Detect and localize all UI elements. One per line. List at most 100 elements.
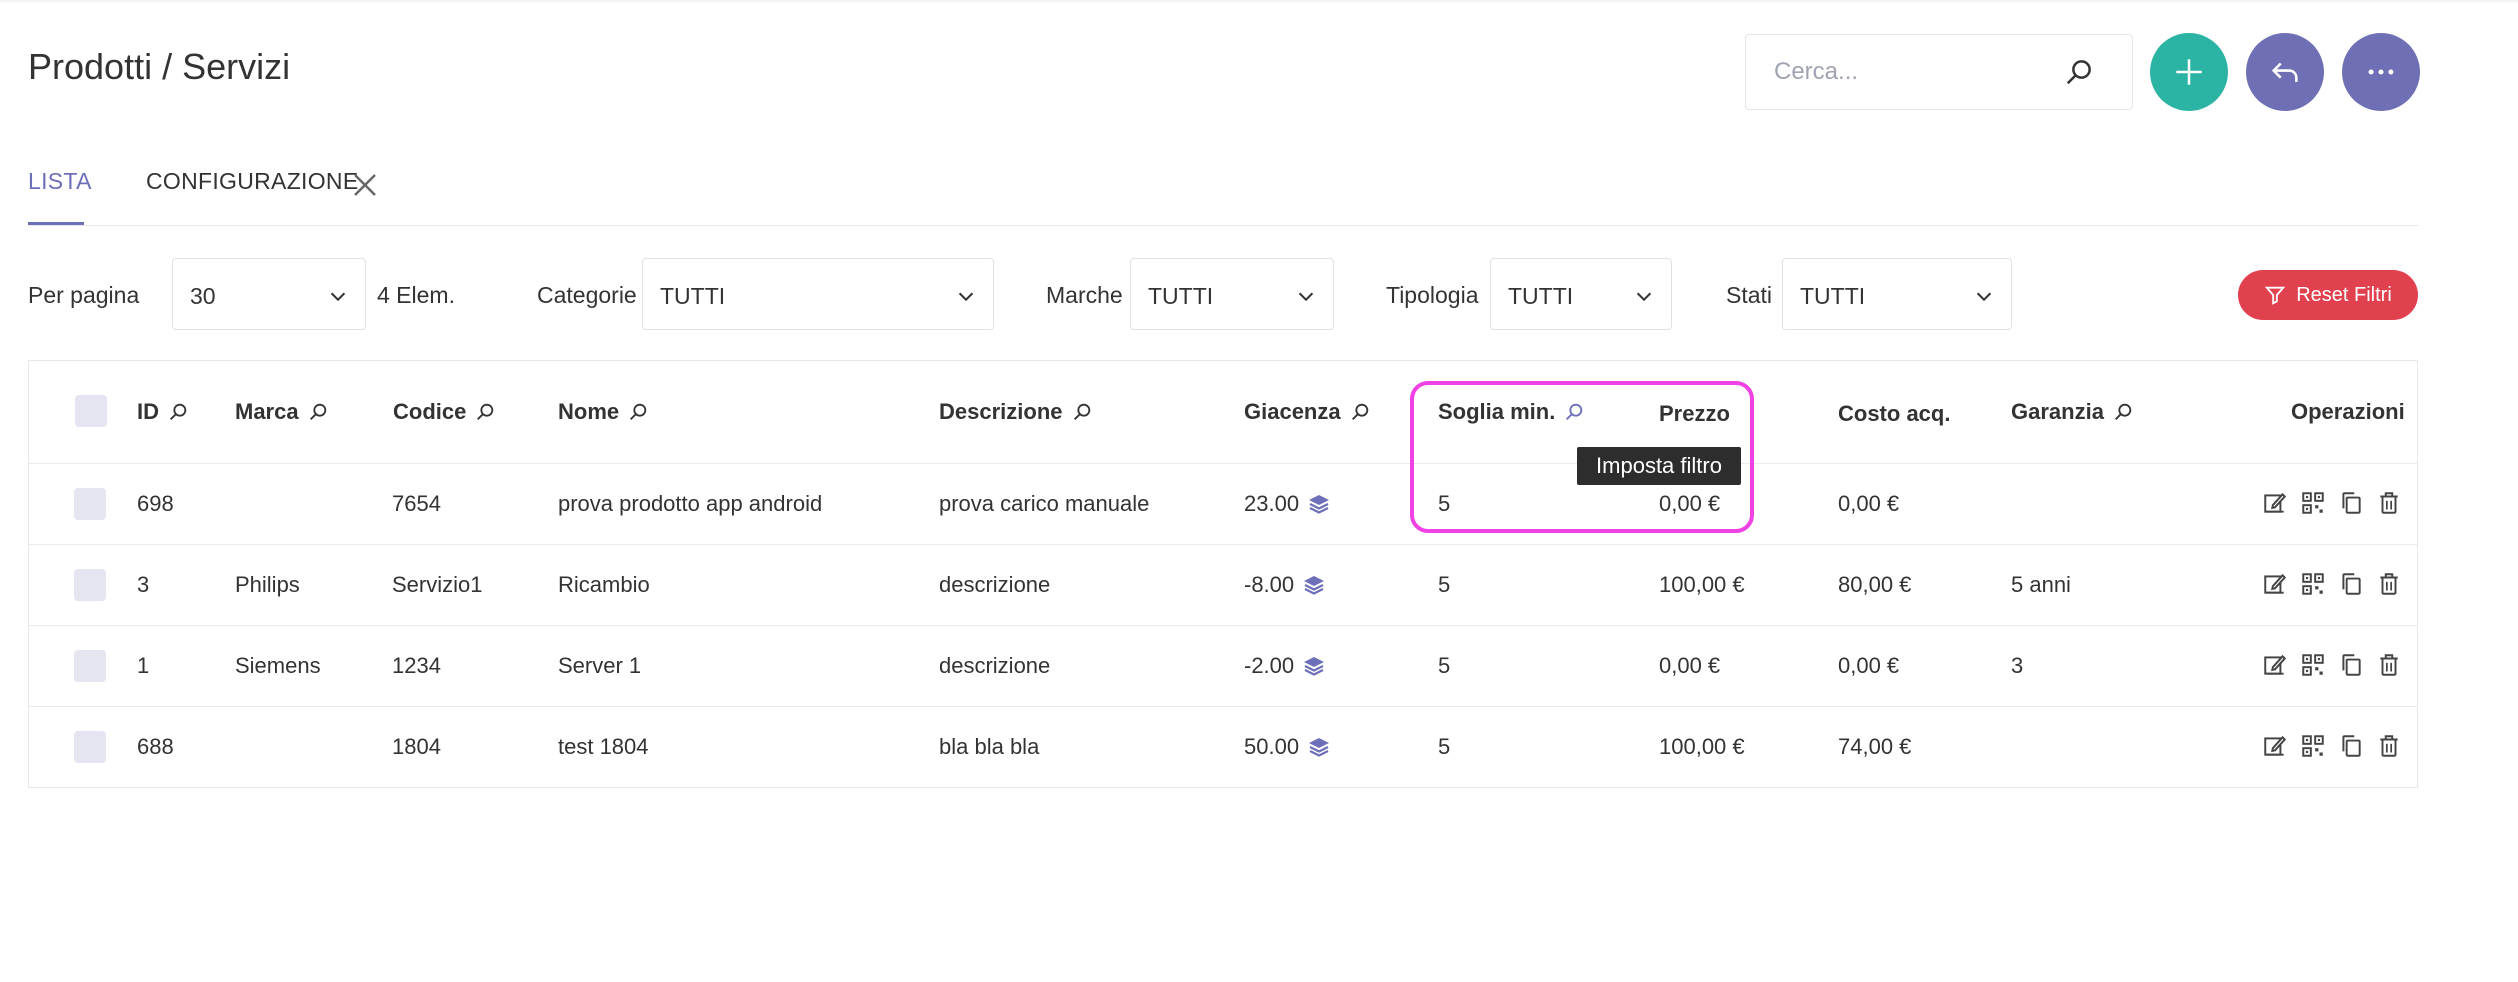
- close-icon[interactable]: [350, 170, 380, 200]
- tipologia-select[interactable]: TUTTI: [1490, 258, 1672, 330]
- copy-icon[interactable]: [2338, 490, 2364, 516]
- qr-code-icon[interactable]: [2300, 490, 2326, 516]
- select-all-checkbox[interactable]: [75, 395, 107, 427]
- cell-text: 100,00 €: [1659, 734, 1745, 759]
- cell-text: -2.00: [1244, 653, 1295, 678]
- layers-icon[interactable]: [1307, 735, 1331, 759]
- col-header-nome[interactable]: Nome: [558, 399, 649, 425]
- layers-icon[interactable]: [1307, 492, 1331, 516]
- cell-codice: 7654: [392, 491, 441, 517]
- search-icon[interactable]: [307, 401, 329, 423]
- cell-marca: Siemens: [235, 653, 321, 679]
- search-icon[interactable]: [2064, 57, 2094, 87]
- edit-icon[interactable]: [2262, 652, 2288, 678]
- edit-icon[interactable]: [2262, 571, 2288, 597]
- cell-text: 0,00 €: [1838, 491, 1900, 516]
- cell-descrizione: bla bla bla: [939, 734, 1039, 760]
- cell-text: Ricambio: [558, 572, 650, 597]
- more-options-button[interactable]: [2342, 33, 2420, 111]
- cell-soglia: 5: [1438, 653, 1450, 679]
- page-title: Prodotti / Servizi: [28, 46, 291, 87]
- qr-code-icon[interactable]: [2300, 733, 2326, 759]
- chevron-down-icon: [330, 292, 346, 302]
- cell-descrizione: descrizione: [939, 572, 1050, 598]
- search-icon[interactable]: [474, 401, 496, 423]
- search-icon[interactable]: [1563, 401, 1585, 423]
- edit-icon[interactable]: [2262, 733, 2288, 759]
- edit-icon[interactable]: [2262, 490, 2288, 516]
- col-header-giacenza[interactable]: Giacenza: [1244, 399, 1371, 425]
- cell-text: 5 anni: [2011, 572, 2071, 597]
- marche-value: TUTTI: [1148, 283, 1214, 309]
- add-button[interactable]: [2150, 33, 2228, 111]
- search-icon[interactable]: [627, 401, 649, 423]
- trash-icon[interactable]: [2376, 733, 2402, 759]
- trash-icon[interactable]: [2376, 652, 2402, 678]
- row-divider: [29, 544, 2417, 545]
- search-icon[interactable]: [1071, 401, 1093, 423]
- col-header-garanzia[interactable]: Garanzia: [2011, 399, 2134, 425]
- col-header-label: ID: [137, 399, 159, 424]
- cell-text: 23.00: [1244, 491, 1300, 516]
- copy-icon[interactable]: [2338, 733, 2364, 759]
- col-header-label: Garanzia: [2011, 399, 2104, 424]
- row-checkbox[interactable]: [74, 731, 106, 763]
- cell-text: 0,00 €: [1838, 653, 1900, 678]
- cell-text: prova prodotto app android: [558, 491, 823, 516]
- copy-icon[interactable]: [2338, 571, 2364, 597]
- cell-prezzo: 100,00 €: [1659, 734, 1745, 760]
- cell-garanzia: 5 anni: [2011, 572, 2071, 598]
- per-pagina-select[interactable]: 30: [172, 258, 366, 330]
- search-icon[interactable]: [1349, 401, 1371, 423]
- tab-configurazione[interactable]: CONFIGURAZIONE: [146, 168, 358, 195]
- cell-soglia: 5: [1438, 572, 1450, 598]
- cell-text: 0,00 €: [1659, 491, 1721, 516]
- trash-icon[interactable]: [2376, 571, 2402, 597]
- tab-lista[interactable]: LISTA: [28, 168, 92, 195]
- marche-select[interactable]: TUTTI: [1130, 258, 1334, 330]
- row-operations: [2262, 571, 2402, 597]
- col-header-label: Nome: [558, 399, 620, 424]
- reset-filters-label: Reset Filtri: [2296, 283, 2392, 306]
- qr-code-icon[interactable]: [2300, 652, 2326, 678]
- col-header-prezzo: Prezzo: [1659, 401, 1730, 426]
- col-header-codice[interactable]: Codice: [393, 399, 496, 425]
- col-header-id[interactable]: ID: [137, 399, 189, 425]
- cell-text: prova carico manuale: [939, 491, 1150, 516]
- trash-icon[interactable]: [2376, 490, 2402, 516]
- cell-text: descrizione: [939, 653, 1051, 678]
- cell-text: 100,00 €: [1659, 572, 1745, 597]
- col-header-marca[interactable]: Marca: [235, 399, 329, 425]
- qr-code-icon[interactable]: [2300, 571, 2326, 597]
- col-header-descrizione[interactable]: Descrizione: [939, 399, 1093, 425]
- search-icon[interactable]: [2112, 401, 2134, 423]
- row-operations: [2262, 733, 2402, 759]
- cell-text: 3: [137, 572, 150, 597]
- cell-id: 688: [137, 734, 174, 760]
- copy-icon[interactable]: [2338, 652, 2364, 678]
- row-checkbox[interactable]: [74, 650, 106, 682]
- cell-nome: prova prodotto app android: [558, 491, 822, 517]
- col-header-label: Descrizione: [939, 399, 1063, 424]
- back-button[interactable]: [2246, 33, 2324, 111]
- categorie-select[interactable]: TUTTI: [642, 258, 994, 330]
- row-checkbox[interactable]: [74, 488, 106, 520]
- cell-nome: test 1804: [558, 734, 649, 760]
- cell-codice: 1234: [392, 653, 441, 679]
- search-box[interactable]: [1745, 34, 2133, 110]
- cell-text: -8.00: [1244, 572, 1295, 597]
- stati-select[interactable]: TUTTI: [1782, 258, 2012, 330]
- row-checkbox[interactable]: [74, 569, 106, 601]
- per-pagina-value: 30: [190, 283, 216, 309]
- layers-icon[interactable]: [1302, 573, 1326, 597]
- reset-filters-button[interactable]: Reset Filtri: [2238, 270, 2418, 320]
- search-icon[interactable]: [167, 401, 189, 423]
- cell-text: bla bla bla: [939, 734, 1040, 759]
- col-header-soglia[interactable]: Soglia min.: [1438, 399, 1585, 425]
- plus-icon: [2176, 59, 2202, 85]
- search-input[interactable]: [1746, 35, 2066, 109]
- chevron-down-icon: [1298, 292, 1314, 302]
- layers-icon[interactable]: [1302, 654, 1326, 678]
- cell-text: 0,00 €: [1659, 653, 1721, 678]
- cell-costo: 0,00 €: [1838, 653, 1899, 679]
